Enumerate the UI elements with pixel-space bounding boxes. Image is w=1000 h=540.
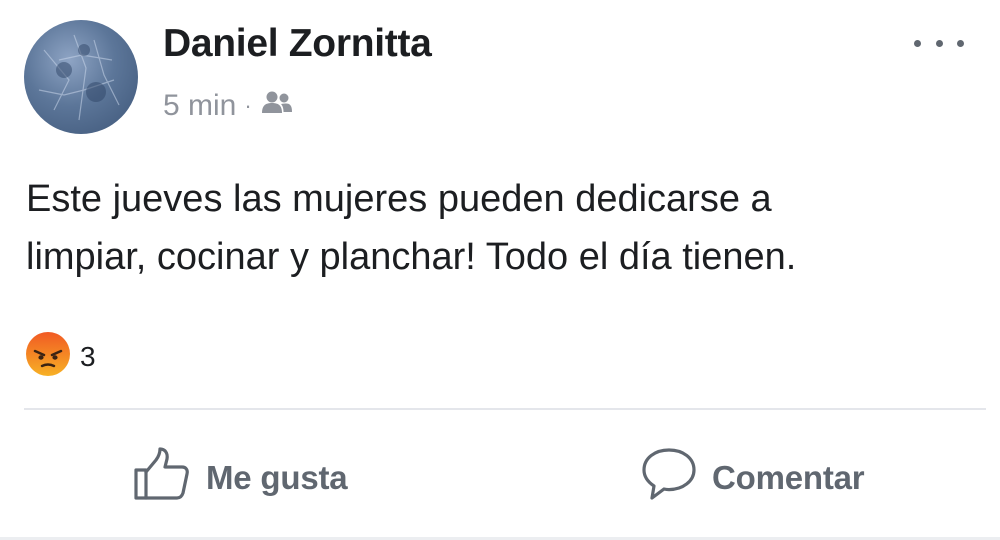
friends-audience-icon[interactable] bbox=[260, 89, 294, 123]
feed-post: Daniel Zornitta 5 min · Este jueves las … bbox=[0, 0, 1000, 540]
comment-label: Comentar bbox=[712, 459, 865, 496]
author-name[interactable]: Daniel Zornitta bbox=[163, 22, 432, 66]
post-timestamp[interactable]: 5 min bbox=[163, 89, 236, 123]
meta-separator: · bbox=[244, 93, 252, 118]
post-text: Este jueves las mujeres pueden dedicarse… bbox=[26, 170, 976, 286]
post-meta: 5 min · bbox=[163, 86, 294, 126]
post-text-line: limpiar, cocinar y planchar! Todo el día… bbox=[26, 236, 797, 278]
more-options-button[interactable] bbox=[914, 28, 964, 58]
more-dot-icon bbox=[914, 39, 921, 47]
reactions-summary[interactable]: 3 bbox=[24, 330, 96, 383]
angry-reaction-icon bbox=[24, 330, 72, 383]
post-text-line: Este jueves las mujeres pueden dedicarse… bbox=[26, 178, 772, 220]
reaction-count: 3 bbox=[80, 340, 96, 372]
more-dot-icon bbox=[957, 39, 964, 47]
like-label: Me gusta bbox=[206, 459, 348, 496]
author-avatar[interactable] bbox=[24, 20, 138, 134]
more-dot-icon bbox=[935, 39, 943, 47]
thumbs-up-icon bbox=[132, 446, 192, 510]
like-button[interactable]: Me gusta bbox=[132, 446, 348, 510]
speech-bubble-icon bbox=[640, 446, 698, 510]
comment-button[interactable]: Comentar bbox=[640, 446, 865, 510]
actions-divider bbox=[24, 408, 986, 410]
avatar-image bbox=[38, 34, 120, 121]
